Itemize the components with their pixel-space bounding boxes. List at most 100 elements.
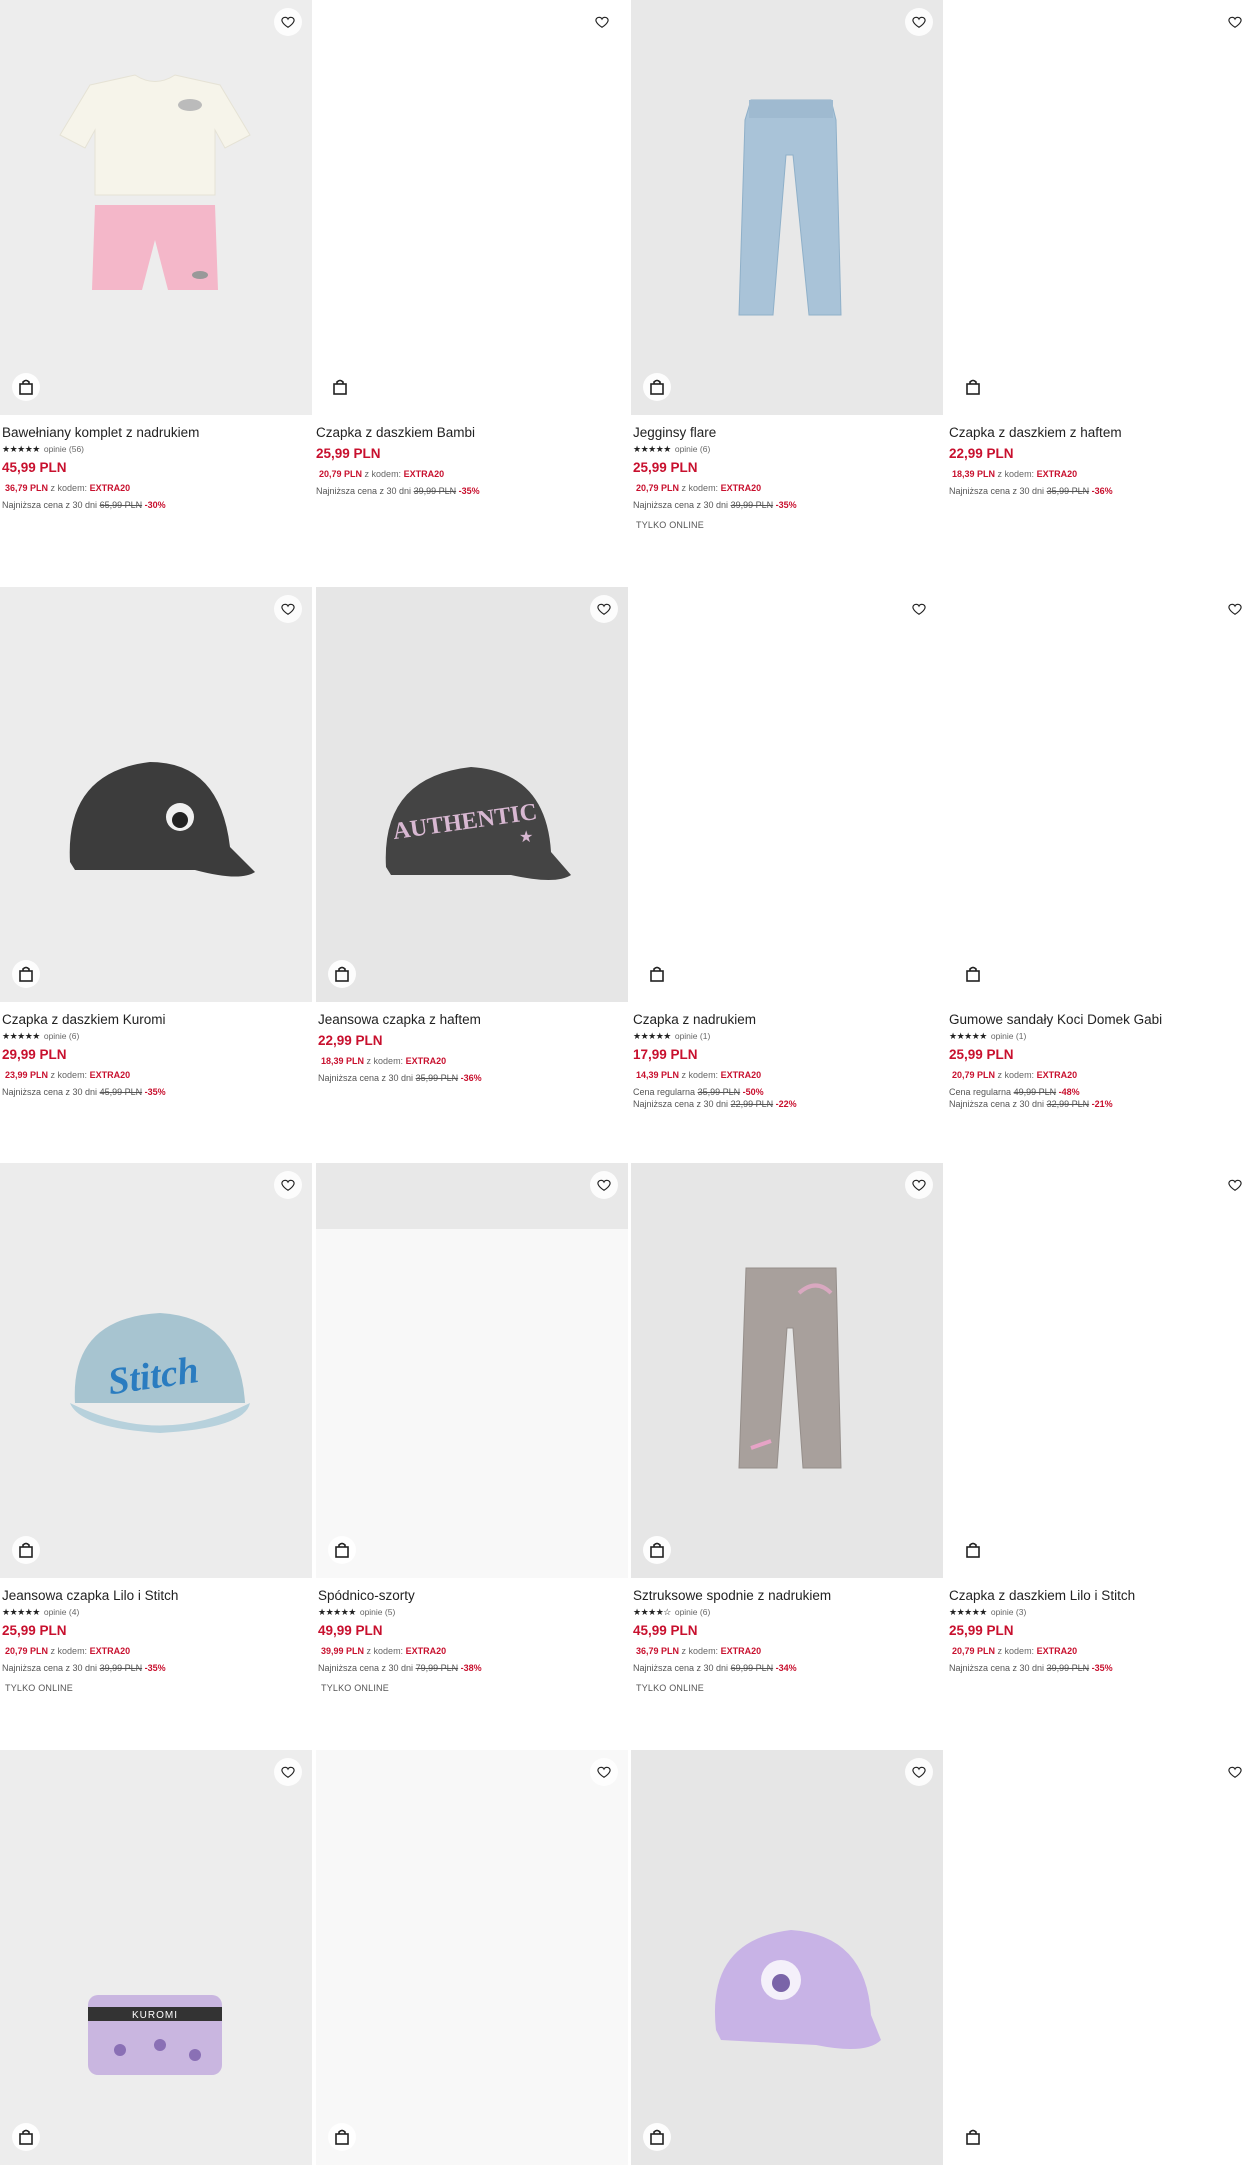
product-title[interactable]: Czapka z daszkiem Bambi: [316, 424, 624, 441]
product-card[interactable]: Czapka z daszkiem Kuromi ★★★★★ opinie (6)…: [0, 587, 312, 1097]
add-to-cart-bag-icon[interactable]: [328, 2123, 356, 2151]
heart-icon[interactable]: [274, 595, 302, 623]
product-image[interactable]: [631, 0, 943, 415]
code-price: 36,79 PLN z kodem: EXTRA20: [636, 1646, 762, 1656]
product-card[interactable]: Czapka z daszkiem Lilo i Stitch ★★★★★ opi…: [947, 1163, 1250, 1673]
heart-icon[interactable]: [274, 1171, 302, 1199]
add-to-cart-bag-icon[interactable]: [959, 960, 987, 988]
heart-icon[interactable]: [590, 1758, 618, 1786]
product-card[interactable]: Czapka z daszkiem z haftem 22,99 PLN 18,…: [947, 0, 1250, 496]
product-card[interactable]: [631, 1750, 943, 2165]
product-card[interactable]: KUROMI: [0, 1750, 312, 2165]
product-card[interactable]: Jegginsy flare ★★★★★ opinie (6) 25,99 PLN…: [631, 0, 943, 530]
lowest-price: Najniższa cena z 30 dni 35,99 PLN -36%: [318, 1073, 482, 1083]
heart-icon[interactable]: [588, 8, 616, 36]
svg-text:★: ★: [519, 829, 533, 846]
product-image[interactable]: [0, 587, 312, 1002]
heart-icon[interactable]: [905, 1171, 933, 1199]
product-title[interactable]: Jeansowa czapka z haftem: [318, 1011, 626, 1028]
product-image[interactable]: [314, 0, 626, 415]
heart-icon[interactable]: [590, 1171, 618, 1199]
product-image[interactable]: Stitch: [0, 1163, 312, 1578]
add-to-cart-bag-icon[interactable]: [959, 2123, 987, 2151]
product-card[interactable]: Bawełniany komplet z nadrukiem ★★★★★ opin…: [0, 0, 312, 510]
product-image[interactable]: [316, 1750, 628, 2165]
product-title[interactable]: Jegginsy flare: [633, 424, 941, 441]
product-image[interactable]: [0, 0, 312, 415]
add-to-cart-bag-icon[interactable]: [643, 960, 671, 988]
add-to-cart-bag-icon[interactable]: [326, 373, 354, 401]
product-rating: ★★★★★ opinie (3): [949, 1606, 1027, 1618]
product-card[interactable]: Gumowe sandały Koci Domek Gabi ★★★★★ opin…: [947, 587, 1250, 1109]
product-image[interactable]: [631, 1163, 943, 1578]
regular-price: Cena regularna 35,99 PLN -50%: [633, 1087, 764, 1097]
product-price: 29,99 PLN: [2, 1047, 67, 1062]
product-title[interactable]: Czapka z daszkiem Lilo i Stitch: [949, 1587, 1250, 1604]
product-image[interactable]: [947, 1163, 1250, 1578]
product-title[interactable]: Bawełniany komplet z nadrukiem: [2, 424, 310, 441]
product-card[interactable]: [316, 1750, 628, 2165]
product-card[interactable]: [947, 1750, 1250, 2165]
product-card[interactable]: Stitch Jeansowa czapka Lilo i Stitch ★★★…: [0, 1163, 312, 1693]
product-image[interactable]: [947, 1750, 1250, 2165]
heart-icon[interactable]: [1221, 8, 1249, 36]
add-to-cart-bag-icon[interactable]: [12, 373, 40, 401]
product-title[interactable]: Sztruksowe spodnie z nadrukiem: [633, 1587, 941, 1604]
product-title[interactable]: Jeansowa czapka Lilo i Stitch: [2, 1587, 310, 1604]
product-price: 22,99 PLN: [318, 1033, 383, 1048]
add-to-cart-bag-icon[interactable]: [328, 960, 356, 988]
add-to-cart-bag-icon[interactable]: [959, 373, 987, 401]
heart-icon[interactable]: [1221, 1171, 1249, 1199]
add-to-cart-bag-icon[interactable]: [12, 960, 40, 988]
product-price: 45,99 PLN: [633, 1623, 698, 1638]
product-rating: ★★★★★ opinie (6): [2, 1030, 80, 1042]
product-card[interactable]: AUTHENTIC ★ Jeansowa czapka z haftem 22,…: [316, 587, 628, 1083]
add-to-cart-bag-icon[interactable]: [12, 2123, 40, 2151]
lowest-price: Najniższa cena z 30 dni 79,99 PLN -38%: [318, 1663, 482, 1673]
product-image[interactable]: [947, 587, 1250, 1002]
code-price: 39,99 PLN z kodem: EXTRA20: [321, 1646, 447, 1656]
heart-icon[interactable]: [1221, 1758, 1249, 1786]
product-card[interactable]: Czapka z nadrukiem ★★★★★ opinie (1) 17,99…: [631, 587, 943, 1109]
add-to-cart-bag-icon[interactable]: [643, 2123, 671, 2151]
product-title[interactable]: Czapka z daszkiem z haftem: [949, 424, 1250, 441]
heart-icon[interactable]: [590, 595, 618, 623]
product-rating: ★★★★★ opinie (1): [633, 1030, 711, 1042]
online-only-badge: TYLKO ONLINE: [636, 520, 704, 530]
heart-icon[interactable]: [274, 8, 302, 36]
heart-icon[interactable]: [905, 595, 933, 623]
product-image[interactable]: [631, 1750, 943, 2165]
product-image[interactable]: [631, 587, 943, 1002]
product-title[interactable]: Czapka z daszkiem Kuromi: [2, 1011, 310, 1028]
code-price: 18,39 PLN z kodem: EXTRA20: [321, 1056, 447, 1066]
heart-icon[interactable]: [1221, 595, 1249, 623]
kuromi-bag-image: KUROMI: [88, 1995, 222, 2075]
product-card[interactable]: Spódnico-szorty ★★★★★ opinie (5) 49,99 PL…: [316, 1163, 628, 1693]
product-title[interactable]: Czapka z nadrukiem: [633, 1011, 941, 1028]
product-image[interactable]: AUTHENTIC ★: [316, 587, 628, 1002]
product-image[interactable]: [947, 0, 1250, 415]
product-price: 25,99 PLN: [949, 1623, 1014, 1638]
code-price: 20,79 PLN z kodem: EXTRA20: [5, 1646, 131, 1656]
add-to-cart-bag-icon[interactable]: [643, 1536, 671, 1564]
online-only-badge: TYLKO ONLINE: [321, 1683, 389, 1693]
code-price: 36,79 PLN z kodem: EXTRA20: [5, 483, 131, 493]
code-price: 20,79 PLN z kodem: EXTRA20: [952, 1646, 1078, 1656]
add-to-cart-bag-icon[interactable]: [959, 1536, 987, 1564]
stars-icon: ★★★★★: [318, 1606, 356, 1617]
add-to-cart-bag-icon[interactable]: [328, 1536, 356, 1564]
stars-icon: ★★★★★: [633, 443, 671, 454]
kuromi-cap-image: [69, 762, 255, 877]
add-to-cart-bag-icon[interactable]: [643, 373, 671, 401]
product-image[interactable]: [316, 1163, 628, 1578]
add-to-cart-bag-icon[interactable]: [12, 1536, 40, 1564]
product-image[interactable]: KUROMI: [0, 1750, 312, 2165]
product-card[interactable]: Czapka z daszkiem Bambi 25,99 PLN 20,79 …: [314, 0, 626, 496]
heart-icon[interactable]: [274, 1758, 302, 1786]
heart-icon[interactable]: [905, 8, 933, 36]
online-only-badge: TYLKO ONLINE: [636, 1683, 704, 1693]
product-title[interactable]: Spódnico-szorty: [318, 1587, 626, 1604]
product-card[interactable]: Sztruksowe spodnie z nadrukiem ★★★★☆ opin…: [631, 1163, 943, 1693]
product-title[interactable]: Gumowe sandały Koci Domek Gabi: [949, 1011, 1250, 1028]
heart-icon[interactable]: [905, 1758, 933, 1786]
